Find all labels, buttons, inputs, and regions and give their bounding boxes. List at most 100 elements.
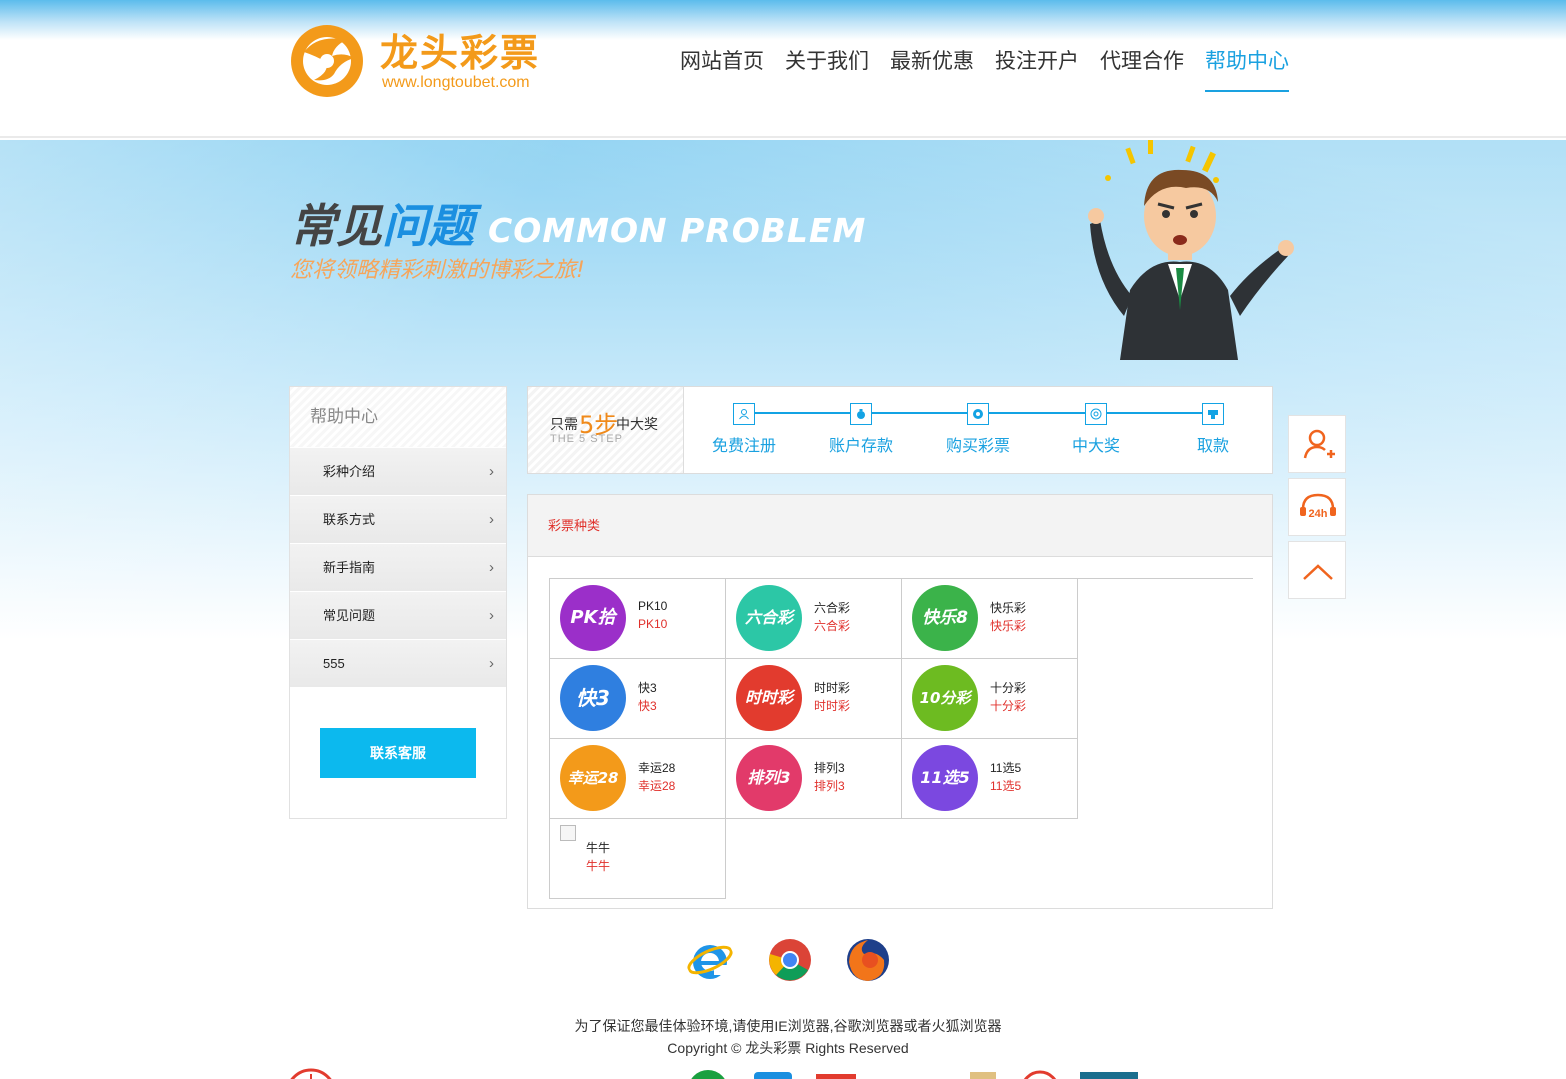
lottery-item-k3[interactable]: 快3 快3 快3 (550, 659, 726, 739)
main-nav: 网站首页 关于我们 最新优惠 投注开户 代理合作 帮助中心 (680, 46, 1310, 92)
lottery-item-pl3[interactable]: 排列3 排列3 排列3 (726, 739, 902, 819)
chevron-right-icon: › (489, 655, 494, 672)
ten-minute-logo-icon: 10分彩 (912, 665, 978, 731)
chevron-right-icon: › (489, 511, 494, 528)
lottery-item-lucky28[interactable]: 幸运28 幸运28 幸运28 (550, 739, 726, 819)
pk10-logo-icon: PK拾 (560, 585, 626, 651)
add-user-icon (1303, 429, 1335, 459)
copyright-text: Copyright © 龙头彩票 Rights Reserved (667, 1040, 909, 1056)
sidebar-item-lottery-intro[interactable]: 彩种介绍 › (290, 447, 506, 495)
back-to-top-button[interactable] (1288, 541, 1346, 599)
sidebar-item-555[interactable]: 555 › (290, 639, 506, 687)
happy8-logo-icon: 快乐8 (912, 585, 978, 651)
firefox-icon (847, 939, 889, 981)
banner-title-en: COMMON PROBLEM (488, 211, 867, 250)
svg-text:24h: 24h (1309, 508, 1328, 520)
money-bag-icon (850, 403, 872, 425)
sidebar-item-faq[interactable]: 常见问题 › (290, 591, 506, 639)
chevron-right-icon: › (489, 559, 494, 576)
float-register-button[interactable] (1288, 415, 1346, 473)
lottery-item-ten-minute[interactable]: 10分彩 十分彩 十分彩 (902, 659, 1078, 739)
sidebar-item-label: 新手指南 (323, 560, 376, 575)
lottery-name: PK10 (638, 599, 668, 613)
lottery-grid: PK拾 PK10 PK10 六合彩 六合彩 六合彩 快乐8 快乐彩 快乐彩 快3… (549, 578, 1253, 899)
lottery-subname: 快乐彩 (990, 619, 1027, 633)
lottery-name: 十分彩 (990, 681, 1027, 695)
lottery-subname: PK10 (638, 617, 668, 631)
badge-suffix: 中大奖 (616, 416, 658, 432)
step-deposit[interactable]: 账户存款 (816, 432, 906, 456)
chevron-right-icon: › (489, 463, 494, 480)
sidebar-item-contact[interactable]: 联系方式 › (290, 495, 506, 543)
lottery-subname: 六合彩 (814, 619, 851, 633)
badge-english: THE 5 STEP (550, 433, 623, 445)
lucky28-logo-icon: 幸运28 (560, 745, 626, 811)
lottery-name: 11选5 (990, 761, 1022, 775)
lottery-subname: 11选5 (990, 779, 1022, 793)
lottery-name: 时时彩 (814, 681, 851, 695)
site-logo[interactable]: 龙头彩票 www.longtoubet.com (288, 20, 563, 102)
step-buy-lottery[interactable]: 购买彩票 (933, 432, 1023, 456)
banner-title: 常见 问题 COMMON PROBLEM (290, 190, 866, 256)
help-sidebar: 帮助中心 彩种介绍 › 联系方式 › 新手指南 › 常见问题 › 555 › 联… (289, 386, 507, 819)
ie-icon (687, 945, 733, 979)
k3-logo-icon: 快3 (560, 665, 626, 731)
lottery-item-niuniu[interactable]: 牛牛 牛牛 (550, 819, 726, 899)
nav-help[interactable]: 帮助中心 (1205, 46, 1289, 92)
sidebar-title: 帮助中心 (290, 387, 506, 447)
browser-icons (682, 936, 902, 1016)
chevron-up-icon (1303, 564, 1333, 580)
sidebar-item-beginner-guide[interactable]: 新手指南 › (290, 543, 506, 591)
step-win-prize[interactable]: 中大奖 (1051, 432, 1141, 456)
user-icon (733, 403, 755, 425)
lottery-name: 六合彩 (814, 601, 851, 615)
lottery-subname: 排列3 (814, 779, 845, 793)
lottery-item-ssc[interactable]: 时时彩 时时彩 时时彩 (726, 659, 902, 739)
five-steps-bar: 只需 5步 中大奖 THE 5 STEP 免费注册 账户存款 购买彩票 中大奖 … (527, 386, 1273, 474)
brand-name: 龙头彩票 (380, 31, 541, 75)
brand-url: www.longtoubet.com (382, 74, 530, 91)
lottery-types-panel: 彩票种类 PK拾 PK10 PK10 六合彩 六合彩 六合彩 快乐8 快乐彩 快… (527, 494, 1273, 909)
banner-title-blue: 问题 (382, 199, 474, 253)
ssc-logo-icon: 时时彩 (736, 665, 802, 731)
lottery-name: 排列3 (814, 761, 845, 775)
lottery-subname: 时时彩 (814, 699, 851, 713)
24h-service-icon: 24h (1300, 493, 1336, 520)
float-24h-service-button[interactable]: 24h (1288, 478, 1346, 536)
lottery-subname: 幸运28 (638, 779, 676, 793)
nav-promotions[interactable]: 最新优惠 (890, 46, 974, 92)
lottery-item-11x5[interactable]: 11选5 11选5 11选5 (902, 739, 1078, 819)
prize-icon (1085, 403, 1107, 425)
lottery-subname: 快3 (638, 699, 657, 713)
lottery-name: 幸运28 (638, 761, 676, 775)
sidebar-item-label: 常见问题 (323, 608, 376, 623)
badge-prefix: 只需 (550, 416, 578, 432)
sidebar-item-label: 彩种介绍 (323, 464, 376, 479)
mark-six-logo-icon: 六合彩 (736, 585, 802, 651)
nav-home[interactable]: 网站首页 (680, 46, 764, 92)
lottery-name: 快乐彩 (990, 601, 1027, 615)
lottery-item-pk10[interactable]: PK拾 PK10 PK10 (550, 579, 726, 659)
browser-recommendation-text: 为了保证您最佳体验环境,请使用IE浏览器,谷歌浏览器或者火狐浏览器 (574, 1018, 1002, 1034)
dragon-logo-icon (291, 25, 363, 97)
sidebar-item-label: 555 (323, 656, 345, 671)
clock-logo-icon (290, 1068, 332, 1079)
step-withdraw[interactable]: 取款 (1168, 432, 1258, 456)
five-steps-badge: 只需 5步 中大奖 THE 5 STEP (528, 387, 684, 473)
sidebar-item-label: 联系方式 (323, 512, 376, 527)
site-header: 龙头彩票 www.longtoubet.com 网站首页 关于我们 最新优惠 投… (0, 0, 1566, 138)
step-free-register[interactable]: 免费注册 (699, 432, 789, 456)
nav-register[interactable]: 投注开户 (995, 46, 1079, 92)
nav-about[interactable]: 关于我们 (785, 46, 869, 92)
chevron-right-icon: › (489, 607, 494, 624)
panel-heading: 彩票种类 (528, 495, 1272, 557)
lottery-ball-icon (967, 403, 989, 425)
lottery-name: 快3 (638, 681, 657, 695)
lottery-name: 牛牛 (586, 841, 611, 855)
lottery-item-happy[interactable]: 快乐8 快乐彩 快乐彩 (902, 579, 1078, 659)
nav-agent[interactable]: 代理合作 (1100, 46, 1184, 92)
lottery-item-mark-six[interactable]: 六合彩 六合彩 六合彩 (726, 579, 902, 659)
contact-support-button[interactable]: 联系客服 (320, 728, 476, 778)
broken-image-icon (560, 825, 576, 841)
pl3-logo-icon: 排列3 (736, 745, 802, 811)
